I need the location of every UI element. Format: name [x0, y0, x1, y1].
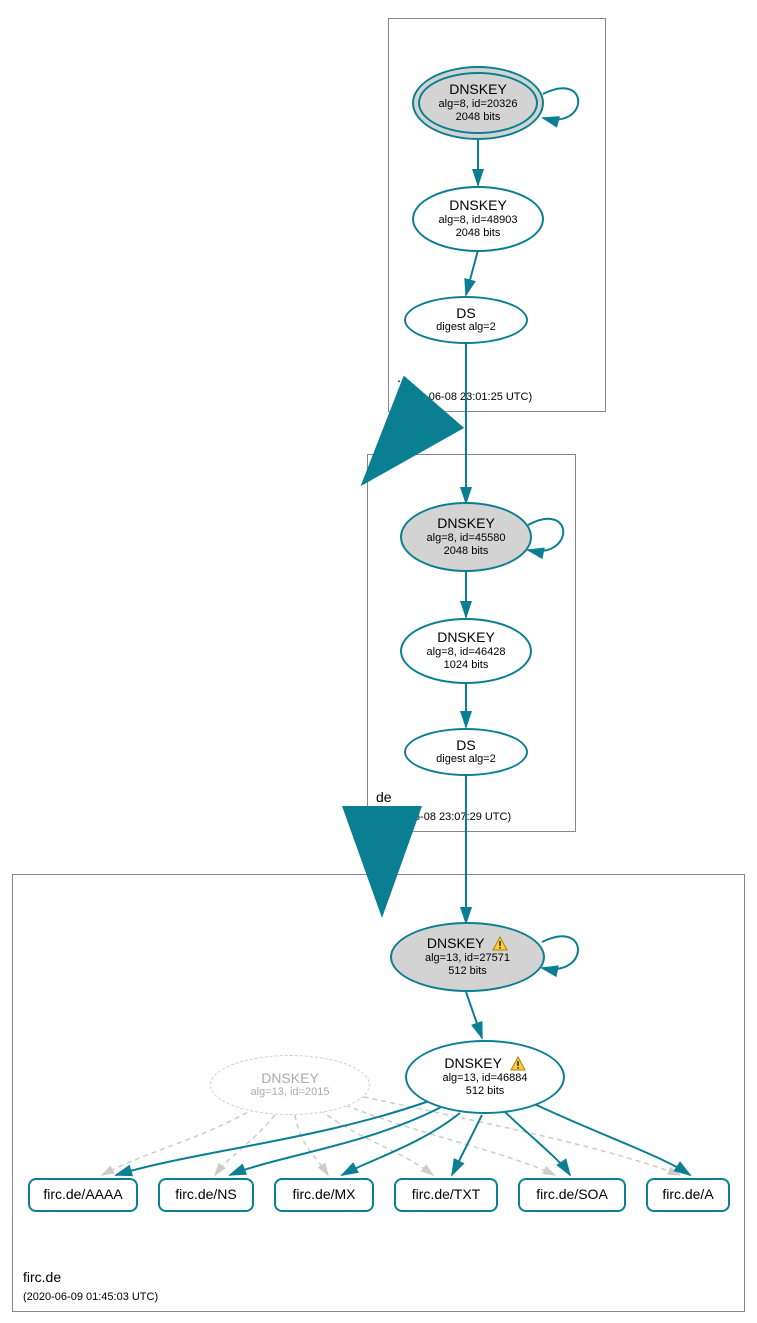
- node-title-text: DNSKEY: [444, 1055, 501, 1071]
- node-firc-ghost: DNSKEY alg=13, id=2015: [210, 1055, 370, 1115]
- warning-icon: [492, 936, 508, 952]
- rr-label: firc.de/AAAA: [43, 1187, 122, 1202]
- node-sub1: alg=8, id=46428: [427, 646, 506, 659]
- node-sub1: alg=8, id=20326: [439, 98, 518, 111]
- node-sub1: alg=13, id=2015: [251, 1086, 330, 1099]
- node-sub2: 512 bits: [448, 965, 487, 978]
- node-sub2: 2048 bits: [444, 545, 489, 558]
- node-root-ksk: DNSKEY alg=8, id=20326 2048 bits: [412, 66, 544, 140]
- node-de-ksk: DNSKEY alg=8, id=45580 2048 bits: [400, 502, 532, 572]
- node-title: DNSKEY: [427, 936, 508, 952]
- zone-root-ts: (2020-06-08 23:01:25 UTC): [397, 391, 532, 403]
- node-sub2: 2048 bits: [456, 227, 501, 240]
- node-sub2: 2048 bits: [456, 111, 501, 124]
- node-rr-ns: firc.de/NS: [158, 1178, 254, 1212]
- node-rr-mx: firc.de/MX: [274, 1178, 374, 1212]
- rr-label: firc.de/SOA: [536, 1187, 608, 1202]
- node-title: DNSKEY: [444, 1056, 525, 1072]
- node-sub1: alg=8, id=45580: [427, 532, 506, 545]
- node-sub1: digest alg=2: [436, 321, 496, 334]
- node-title: DS: [456, 738, 475, 753]
- zone-firc: firc.de (2020-06-09 01:45:03 UTC): [12, 874, 745, 1312]
- node-rr-aaaa: firc.de/AAAA: [28, 1178, 138, 1212]
- warning-icon: [510, 1056, 526, 1072]
- node-root-zsk: DNSKEY alg=8, id=48903 2048 bits: [412, 186, 544, 252]
- node-sub1: alg=13, id=27571: [425, 952, 510, 965]
- edge-root-de: [392, 412, 425, 450]
- node-sub1: alg=8, id=48903: [439, 214, 518, 227]
- node-sub2: 1024 bits: [444, 659, 489, 672]
- node-title: DNSKEY: [449, 82, 507, 97]
- zone-de-ts: (2020-06-08 23:07:29 UTC): [376, 811, 511, 823]
- node-de-zsk: DNSKEY alg=8, id=46428 1024 bits: [400, 618, 532, 684]
- node-root-ds: DS digest alg=2: [404, 296, 528, 344]
- node-rr-soa: firc.de/SOA: [518, 1178, 626, 1212]
- rr-label: firc.de/MX: [292, 1187, 355, 1202]
- node-title: DNSKEY: [261, 1071, 319, 1086]
- node-title: DNSKEY: [437, 516, 495, 531]
- node-rr-a: firc.de/A: [646, 1178, 730, 1212]
- zone-root-name: .: [397, 369, 401, 385]
- rr-label: firc.de/A: [662, 1187, 713, 1202]
- zone-firc-ts: (2020-06-09 01:45:03 UTC): [23, 1291, 158, 1303]
- node-firc-zsk: DNSKEY alg=13, id=46884 512 bits: [405, 1040, 565, 1114]
- node-rr-txt: firc.de/TXT: [394, 1178, 498, 1212]
- node-title: DS: [456, 306, 475, 321]
- node-title: DNSKEY: [437, 630, 495, 645]
- rr-label: firc.de/NS: [175, 1187, 236, 1202]
- node-firc-ksk: DNSKEY alg=13, id=27571 512 bits: [390, 922, 545, 992]
- node-title: DNSKEY: [449, 198, 507, 213]
- node-title-text: DNSKEY: [427, 935, 484, 951]
- node-sub1: alg=13, id=46884: [442, 1072, 527, 1085]
- node-de-ds: DS digest alg=2: [404, 728, 528, 776]
- rr-label: firc.de/TXT: [412, 1187, 480, 1202]
- zone-firc-name: firc.de: [23, 1269, 61, 1285]
- zone-de-name: de: [376, 789, 392, 805]
- node-sub2: 512 bits: [466, 1085, 505, 1098]
- node-sub1: digest alg=2: [436, 753, 496, 766]
